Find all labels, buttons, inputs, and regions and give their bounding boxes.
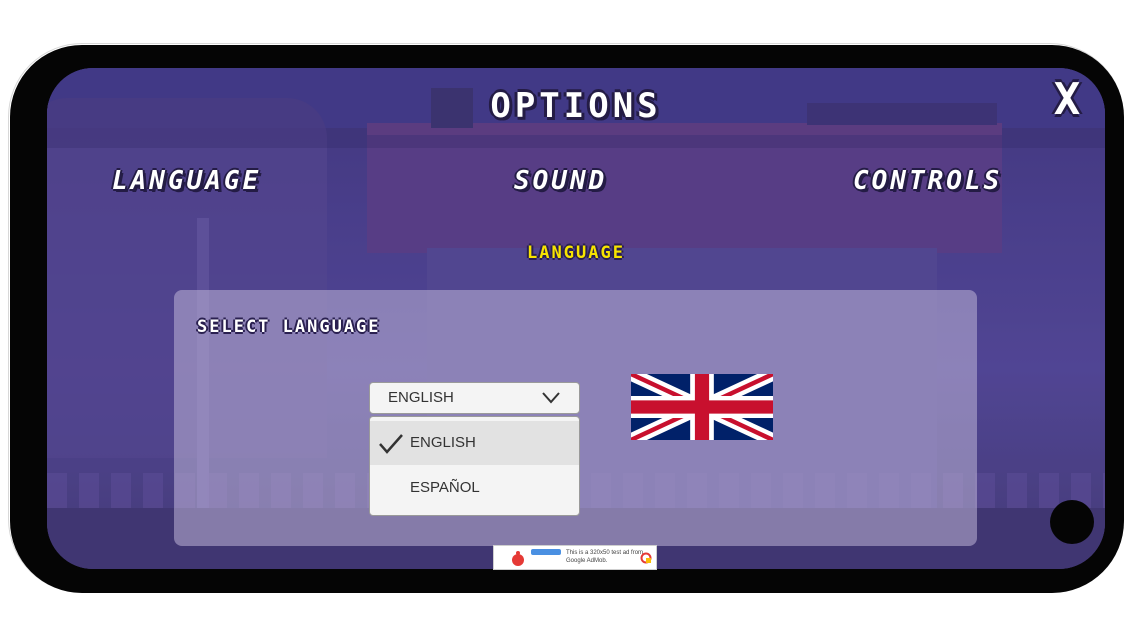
close-button[interactable]: X <box>1045 78 1089 122</box>
tab-sound[interactable]: SOUND <box>514 166 607 196</box>
option-label: ENGLISH <box>410 434 476 451</box>
tab-controls[interactable]: CONTROLS <box>853 166 1002 196</box>
section-heading: LANGUAGE <box>527 243 625 263</box>
language-option-espanol[interactable]: ESPAÑOL <box>370 466 579 510</box>
language-dropdown-menu: ENGLISH ESPAÑOL <box>369 416 580 516</box>
tab-language[interactable]: LANGUAGE <box>112 166 261 196</box>
uk-flag-icon <box>631 374 773 440</box>
test-ad-banner[interactable]: This is a 320x50 test ad from Google AdM… <box>493 545 657 570</box>
options-title: OPTIONS <box>490 86 662 126</box>
language-panel: SELECT LANGUAGE ENGLISH ENGLISH ESPAÑOL <box>174 290 977 546</box>
admob-logo-icon <box>640 552 652 564</box>
language-dropdown[interactable]: ENGLISH <box>369 382 580 414</box>
game-screen: OPTIONS X LANGUAGE SOUND CONTROLS LANGUA… <box>47 68 1105 569</box>
language-option-english[interactable]: ENGLISH <box>370 421 579 465</box>
ad-mascot-icon <box>512 549 561 566</box>
checkmark-icon <box>379 434 403 454</box>
ad-text: This is a 320x50 test ad from Google AdM… <box>566 550 644 564</box>
option-label: ESPAÑOL <box>410 479 480 496</box>
select-language-label: SELECT LANGUAGE <box>197 317 381 337</box>
camera-hole <box>1050 500 1094 544</box>
chevron-down-icon <box>542 392 560 404</box>
dropdown-selected-value: ENGLISH <box>388 389 454 406</box>
